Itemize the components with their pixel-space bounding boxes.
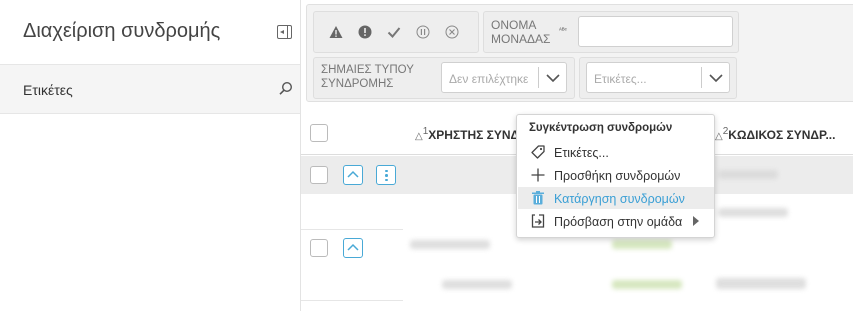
select-all-checkbox[interactable]	[310, 124, 328, 142]
menu-item-tags[interactable]: Ετικέτες...	[518, 141, 714, 163]
table-row[interactable]	[301, 230, 403, 266]
tags-placeholder: Ετικέτες...	[594, 72, 647, 86]
sort-up-icon: △	[415, 131, 423, 142]
sidebar-item-label: Ετικέτες	[23, 82, 73, 98]
tag-icon	[531, 145, 545, 159]
trash-icon	[532, 191, 544, 205]
menu-item-add-subscriptions[interactable]: Προσθήκη συνδρομών	[518, 164, 714, 186]
collapse-row-button[interactable]	[343, 165, 363, 185]
blurred-cell	[718, 170, 778, 179]
abc-badge: ᴬᴮᶜ	[559, 28, 567, 34]
filter-panel: ΟΝΟΜΑ ΜΟΝΑΔΑΣ ᴬᴮᶜ ΣΗΜΑΙΕΣ ΤΥΠΟΥ ΣΥΝΔΡΟΜΗ…	[306, 4, 853, 102]
table-row-continuation	[715, 156, 853, 194]
context-menu-header: Συγκέντρωση συνδρομών	[529, 122, 673, 134]
menu-item-label: Κατάργηση συνδρομών	[554, 192, 685, 206]
menu-item-label: Ετικέτες...	[554, 146, 609, 160]
blurred-cell	[716, 278, 806, 289]
chevron-down-icon[interactable]	[546, 73, 560, 83]
search-icon[interactable]	[279, 81, 293, 95]
sidebar: Διαχείριση συνδρομής Ετικέτες	[0, 0, 301, 311]
menu-item-remove-subscriptions[interactable]: Κατάργηση συνδρομών	[518, 187, 714, 209]
column-header-label: ΧΡΗΣΤΗΣ ΣΥΝΔ...	[428, 128, 530, 142]
blurred-cell	[442, 280, 512, 289]
blurred-cell	[612, 280, 682, 289]
chevron-up-icon	[347, 243, 359, 251]
row-actions-button[interactable]	[376, 165, 396, 185]
menu-item-group-access[interactable]: Πρόσβαση στην ομάδα	[518, 210, 714, 232]
blurred-cell	[612, 240, 672, 249]
subscription-flags-placeholder: Δεν επιλέχτηκε	[449, 72, 529, 86]
cancel-icon[interactable]	[445, 25, 459, 39]
context-menu: Συγκέντρωση συνδρομών Ετικέτες... Προσθή…	[516, 114, 715, 238]
subscription-flags-filter: ΣΗΜΑΙΕΣ ΤΥΠΟΥ ΣΥΝΔΡΟΜΗΣ Δεν επιλέχτηκε	[313, 57, 575, 99]
alert-icon[interactable]	[358, 25, 372, 39]
subscription-flags-select[interactable]: Δεν επιλέχτηκε	[441, 62, 567, 93]
collapse-sidebar-icon[interactable]	[277, 25, 292, 39]
unit-name-filter: ΟΝΟΜΑ ΜΟΝΑΔΑΣ ᴬᴮᶜ	[483, 11, 739, 53]
sidebar-title: Διαχείριση συνδρομής	[23, 20, 221, 42]
row-divider	[301, 300, 403, 301]
share-icon	[531, 214, 545, 228]
select-divider	[538, 67, 539, 88]
table-row-continuation	[403, 156, 516, 194]
status-filter-group	[313, 11, 479, 53]
check-icon[interactable]	[387, 25, 401, 39]
row-checkbox[interactable]	[310, 239, 328, 257]
blurred-cell	[410, 240, 490, 249]
tags-select[interactable]: Ετικέτες...	[586, 62, 730, 93]
menu-item-label: Πρόσβαση στην ομάδα	[554, 215, 683, 229]
chevron-up-icon	[347, 170, 359, 178]
tags-filter: Ετικέτες...	[579, 57, 737, 99]
collapse-row-button[interactable]	[343, 238, 363, 258]
column-header-code[interactable]: △2ΚΩΔΙΚΟΣ ΣΥΝΔΡ...	[715, 126, 835, 142]
table-row[interactable]	[301, 156, 403, 194]
unit-name-input[interactable]	[578, 16, 733, 47]
warning-icon[interactable]	[329, 25, 343, 39]
column-header-label: ΚΩΔΙΚΟΣ ΣΥΝΔΡ...	[728, 128, 836, 142]
blurred-cell	[718, 208, 788, 217]
submenu-arrow-icon	[693, 216, 699, 226]
select-divider	[701, 67, 702, 88]
subscription-flags-label: ΣΗΜΑΙΕΣ ΤΥΠΟΥ ΣΥΝΔΡΟΜΗΣ	[321, 64, 414, 90]
chevron-down-icon[interactable]	[709, 73, 723, 83]
row-checkbox[interactable]	[310, 166, 328, 184]
menu-item-label: Προσθήκη συνδρομών	[554, 169, 681, 183]
pause-icon[interactable]	[416, 25, 430, 39]
plus-icon	[531, 168, 545, 182]
sort-up-icon: △	[715, 131, 723, 142]
sidebar-item-tags[interactable]: Ετικέτες	[0, 64, 300, 114]
column-header-user[interactable]: △1ΧΡΗΣΤΗΣ ΣΥΝΔ...	[415, 126, 529, 142]
unit-name-label: ΟΝΟΜΑ ΜΟΝΑΔΑΣ	[491, 18, 551, 46]
